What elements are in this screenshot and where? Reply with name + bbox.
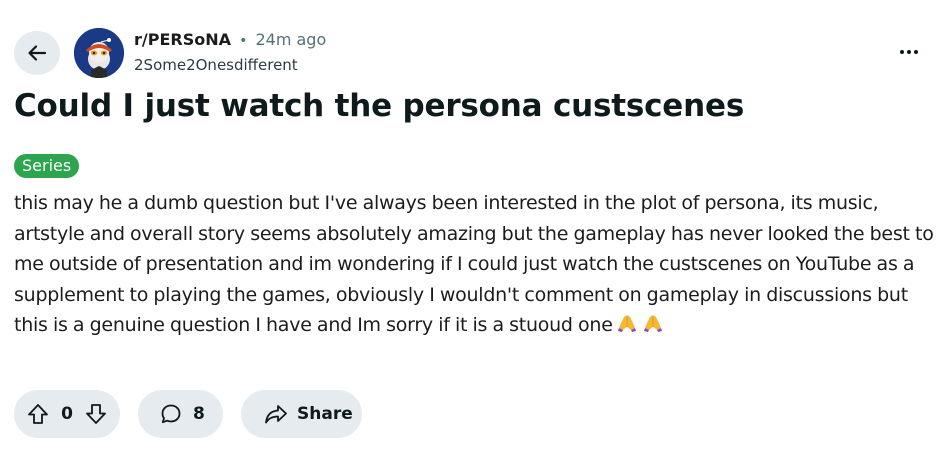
post-timestamp: 24m ago [255,30,327,49]
comments-button[interactable]: 8 [138,390,223,438]
persona-avatar-icon [74,28,124,78]
vote-control: 0 [14,390,120,438]
subreddit-name-link[interactable]: r/PERSoNA [134,30,231,49]
arrow-up-icon [28,404,48,424]
vote-count: 0 [61,404,73,424]
emoji-group [617,312,669,343]
post-meta: r/PERSoNA • 24m ago 2Some2Onesdifferent [134,30,326,75]
subreddit-avatar[interactable] [74,28,124,78]
post-meta-row: r/PERSoNA • 24m ago [134,30,326,51]
ellipsis-icon [899,49,919,55]
post-body: this may he a dumb question but I've alw… [14,188,944,343]
author-name-link[interactable]: 2Some2Onesdifferent [134,55,326,75]
share-button[interactable]: Share [241,390,362,438]
post-title[interactable]: Could I just watch the persona custscene… [14,84,744,128]
post-body-text: this may he a dumb question but I've alw… [14,192,934,336]
speech-bubble-icon [159,402,183,426]
flair-badge[interactable]: Series [14,154,80,178]
meta-separator: • [239,33,248,49]
folded-hands-icon [617,315,636,332]
share-arrow-icon [263,402,289,426]
arrow-down-icon [86,404,106,424]
arrow-left-icon [26,42,48,64]
share-label: Share [297,404,353,424]
downvote-button[interactable] [84,402,108,426]
more-options-button[interactable] [892,38,926,66]
back-button[interactable] [14,31,60,75]
post-page: r/PERSoNA • 24m ago 2Some2Onesdifferent … [0,0,952,451]
comment-count: 8 [193,404,205,424]
upvote-button[interactable] [26,402,50,426]
folded-hands-icon [643,315,662,332]
